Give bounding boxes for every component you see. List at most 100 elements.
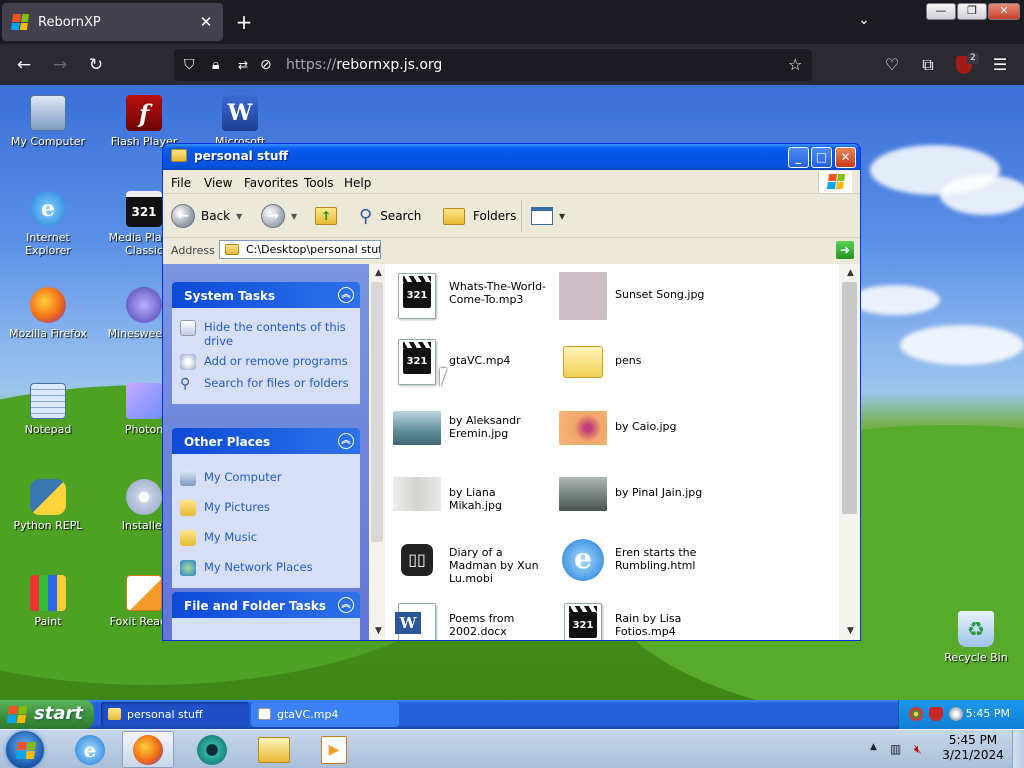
forward-icon[interactable]: → [48, 53, 72, 77]
host-clock[interactable]: 5:45 PM 3/21/2024 [940, 733, 1006, 763]
tray-overflow-icon[interactable]: ▲ [870, 742, 877, 752]
taskbar-ie[interactable]: e [64, 731, 116, 768]
task-hide-contents[interactable]: Hide the contents of this drive [180, 320, 352, 348]
network-tray-icon[interactable]: ▥ [890, 742, 901, 756]
settings-tray-icon[interactable] [949, 707, 963, 721]
shield-tray-icon[interactable] [929, 707, 943, 721]
desktop-icon-paint[interactable]: Paint [8, 575, 88, 628]
taskbar-remote-app[interactable] [186, 731, 238, 768]
file-item[interactable]: e Eren starts the Rumbling.html [555, 534, 715, 586]
menu-view[interactable]: View [204, 176, 232, 190]
menu-file[interactable]: File [171, 176, 191, 190]
star-icon[interactable]: ☆ [788, 55, 802, 74]
task-gtavc[interactable]: gtaVC.mp4 [251, 702, 399, 727]
scroll-up-icon[interactable]: ▲ [371, 266, 386, 281]
file-item[interactable]: W Poems from 2002.docx [389, 600, 549, 640]
file-item[interactable]: 321 Rain by Lisa Fotios.mp4 [555, 600, 715, 640]
scroll-thumb[interactable] [842, 282, 857, 514]
chrome-tray-icon[interactable] [909, 707, 923, 721]
scroll-down-icon[interactable]: ▼ [843, 624, 858, 639]
search-button[interactable]: ⚲ Search [359, 203, 421, 229]
tracking-icon[interactable]: ⊘ [260, 56, 272, 74]
image-thumbnail [393, 470, 441, 518]
task-search-files[interactable]: ⚲ Search for files or folders [180, 376, 352, 392]
forward-button[interactable]: → ▼ [261, 203, 297, 229]
explorer-maximize-button[interactable]: □ [811, 147, 832, 168]
go-button[interactable]: ➜ [836, 241, 854, 259]
views-button[interactable]: ▼ [531, 203, 565, 229]
file-item[interactable]: by Pinal Jain.jpg [555, 468, 715, 520]
desktop-icon-notepad[interactable]: Notepad [8, 383, 88, 436]
collapse-icon[interactable]: ︽ [338, 597, 354, 613]
extensions-icon[interactable]: ⧉ [916, 53, 940, 77]
file-item[interactable]: 321 Whats-The-World-Come-To.mp3 [389, 270, 549, 322]
new-tab-icon[interactable]: + [232, 10, 256, 34]
menu-icon[interactable]: ☰ [988, 53, 1012, 77]
pocket-icon[interactable]: ♡ [880, 53, 904, 77]
address-input[interactable]: C:\Desktop\personal stuff [219, 240, 381, 259]
window-minimize-button[interactable]: — [926, 3, 956, 20]
desktop-icon-python-repl[interactable]: Python REPL [8, 479, 88, 532]
file-item[interactable]: ▯▯ Diary of a Madman by Xun Lu.mobi [389, 534, 549, 586]
volume-muted-icon[interactable]: 🔇︎ [914, 742, 922, 757]
explorer-title-bar[interactable]: personal stuff _ □ ✕ [163, 144, 860, 170]
menu-help[interactable]: Help [344, 176, 371, 190]
scroll-up-icon[interactable]: ▲ [843, 266, 858, 281]
scroll-down-icon[interactable]: ▼ [371, 624, 386, 639]
file-name: by Liana Mikah.jpg [449, 486, 502, 512]
desktop-icon-recycle-bin[interactable]: ♻ Recycle Bin [936, 611, 1016, 664]
file-list-scrollbar[interactable]: ▲ ▼ [839, 264, 860, 640]
show-desktop-button[interactable] [1012, 730, 1024, 768]
window-close-button[interactable]: ✕ [988, 3, 1020, 20]
list-tabs-icon[interactable]: ⌄ [852, 12, 876, 28]
reload-icon[interactable]: ↻ [84, 53, 108, 77]
desktop-icon-my-computer[interactable]: My Computer [8, 95, 88, 148]
file-item[interactable]: by Caio.jpg [555, 402, 715, 454]
url-text[interactable]: https://rebornxp.js.org [286, 56, 442, 74]
taskbar-media-player[interactable]: ▶ [308, 731, 360, 768]
folders-button[interactable]: Folders [443, 203, 516, 229]
tab-close-icon[interactable]: ✕ [197, 13, 215, 31]
desktop-icon-internet-explorer[interactable]: e Internet Explorer [8, 191, 88, 257]
window-maximize-button[interactable]: ❐ [957, 3, 987, 20]
file-name: Eren starts the Rumbling.html [615, 546, 697, 572]
menu-tools[interactable]: Tools [304, 176, 334, 190]
browser-tab[interactable]: RebornXP ✕ [2, 3, 223, 41]
system-tasks-header[interactable]: System Tasks ︽ [172, 282, 360, 308]
place-my-music[interactable]: My Music [180, 530, 352, 546]
windows-start-orb[interactable] [6, 731, 44, 768]
back-button[interactable]: ← Back ▼ [171, 203, 242, 229]
ublock-icon[interactable]: 2 [952, 53, 979, 77]
place-my-network-places[interactable]: My Network Places [180, 560, 352, 576]
permissions-icon[interactable]: ⇄ [238, 56, 248, 74]
desktop-icon-microsoft[interactable]: W Microsoft [200, 95, 280, 148]
up-folder-button[interactable]: ↑ [315, 203, 337, 229]
menu-favorites[interactable]: Favorites [244, 176, 298, 190]
other-places-header[interactable]: Other Places ︽ [172, 428, 360, 454]
file-item[interactable]: Sunset Song.jpg [555, 270, 715, 322]
scroll-thumb[interactable] [371, 282, 383, 542]
place-my-computer[interactable]: My Computer [180, 470, 352, 486]
collapse-icon[interactable]: ︽ [338, 287, 354, 303]
desktop-icon-flash-player[interactable]: f Flash Player [104, 95, 184, 148]
start-button[interactable]: start [0, 700, 94, 729]
place-my-pictures[interactable]: My Pictures [180, 500, 352, 516]
file-item[interactable]: by Aleksandr Eremin.jpg [389, 402, 549, 454]
back-icon[interactable]: ← [12, 53, 36, 77]
explorer-close-button[interactable]: ✕ [835, 147, 856, 168]
explorer-minimize-button[interactable]: _ [788, 147, 809, 168]
file-item[interactable]: 321 gtaVC.mp4 [389, 336, 549, 388]
file-folder-tasks-header[interactable]: File and Folder Tasks ︽ [172, 592, 360, 618]
taskbar-explorer[interactable] [248, 731, 300, 768]
task-pane-scrollbar[interactable]: ▲ ▼ [369, 264, 386, 640]
collapse-icon[interactable]: ︽ [338, 433, 354, 449]
task-add-remove-programs[interactable]: Add or remove programs [180, 354, 352, 370]
file-item[interactable]: by Liana Mikah.jpg [389, 468, 549, 520]
desktop-icon-mozilla-firefox[interactable]: Mozilla Firefox [8, 287, 88, 340]
url-bar[interactable]: ⛉ 🔒︎ ⇄ ⊘ https://rebornxp.js.org ☆ [174, 49, 812, 81]
shield-icon[interactable]: ⛉ [184, 56, 195, 74]
lock-icon[interactable]: 🔒︎ [212, 56, 219, 74]
file-item[interactable]: pens [555, 336, 715, 388]
taskbar-firefox[interactable] [122, 731, 174, 768]
task-personal-stuff[interactable]: personal stuff [101, 702, 249, 727]
